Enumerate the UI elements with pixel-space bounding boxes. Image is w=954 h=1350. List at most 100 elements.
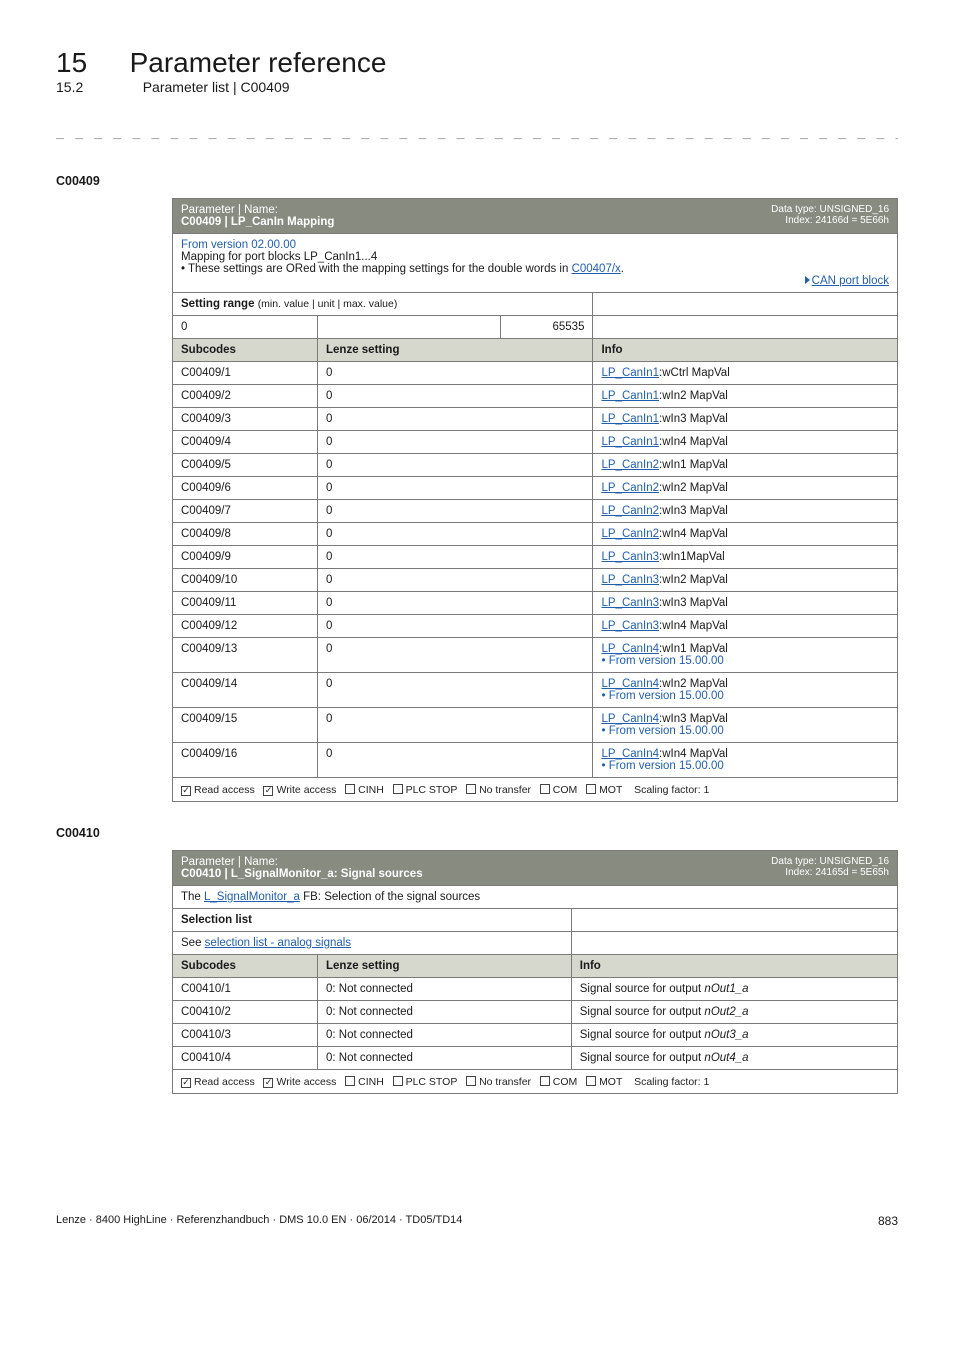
setting-range-sub: (min. value | unit | max. value): [258, 298, 398, 310]
lenze-cell: 0: [318, 591, 593, 614]
info-cell: LP_CanIn4:wIn1 MapVal • From version 15.…: [593, 637, 898, 672]
col-lenze: Lenze setting: [318, 338, 593, 361]
subcode-cell: C00409/12: [173, 614, 318, 637]
info-link[interactable]: LP_CanIn4: [601, 748, 659, 760]
info-link[interactable]: LP_CanIn4: [601, 713, 659, 725]
info-link[interactable]: LP_CanIn1: [601, 390, 659, 402]
bullet-pre: • These settings are ORed with the mappi…: [181, 263, 572, 275]
link-signalmonitor[interactable]: L_SignalMonitor_a: [204, 891, 300, 903]
subcode-cell: C00409/9: [173, 545, 318, 568]
subcode-cell: C00410/3: [173, 1023, 318, 1046]
table-row: C00409/50LP_CanIn2:wIn1 MapVal: [173, 453, 898, 476]
data-type: Data type: UNSIGNED_16: [508, 204, 889, 215]
pn-label: Parameter | Name:: [181, 204, 492, 216]
info-link[interactable]: LP_CanIn3: [601, 620, 659, 632]
info-cell: LP_CanIn3:wIn3 MapVal: [593, 591, 898, 614]
info-cell: LP_CanIn1:wCtrl MapVal: [593, 361, 898, 384]
table-row: C00409/10LP_CanIn1:wCtrl MapVal: [173, 361, 898, 384]
info-link[interactable]: LP_CanIn2: [601, 482, 659, 494]
param-heading-c00409: C00409: [56, 174, 898, 188]
lenze-cell: 0: [318, 361, 593, 384]
lenze-cell: 0: [318, 707, 593, 742]
table-c00409: Parameter | Name: C00409 | LP_CanIn Mapp…: [172, 198, 898, 802]
info-link[interactable]: LP_CanIn2: [601, 528, 659, 540]
info-link[interactable]: LP_CanIn2: [601, 459, 659, 471]
subcode-cell: C00409/1: [173, 361, 318, 384]
checkbox-checked-icon: [263, 786, 273, 796]
info-cell: Signal source for output nOut2_a: [571, 1000, 897, 1023]
page-footer: Lenze · 8400 HighLine · Referenzhandbuch…: [56, 1214, 898, 1228]
info-link[interactable]: LP_CanIn1: [601, 367, 659, 379]
from-version-note: • From version 15.00.00: [601, 760, 889, 772]
info-cell: LP_CanIn2:wIn1 MapVal: [593, 453, 898, 476]
info-cell: LP_CanIn3:wIn4 MapVal: [593, 614, 898, 637]
checkbox-empty-icon: [586, 784, 596, 794]
lenze-cell: 0: [318, 453, 593, 476]
triangle-icon: [805, 276, 810, 284]
link-can-port-block[interactable]: CAN port block: [812, 275, 889, 287]
col-subcodes: Subcodes: [173, 338, 318, 361]
link-c00407x[interactable]: C00407/x: [572, 263, 621, 275]
checkbox-empty-icon: [466, 784, 476, 794]
table-row: C00409/40LP_CanIn1:wIn4 MapVal: [173, 430, 898, 453]
bullet-post: .: [621, 263, 624, 275]
info-cell: LP_CanIn1:wIn2 MapVal: [593, 384, 898, 407]
page-number: 883: [878, 1214, 898, 1228]
subcode-cell: C00409/5: [173, 453, 318, 476]
info-link[interactable]: LP_CanIn4: [601, 643, 659, 655]
info-link[interactable]: LP_CanIn2: [601, 505, 659, 517]
lenze-cell: 0: Not connected: [318, 1000, 572, 1023]
info-cell: Signal source for output nOut4_a: [571, 1046, 897, 1069]
lenze-cell: 0: Not connected: [318, 1046, 572, 1069]
link-selection-list[interactable]: selection list - analog signals: [205, 937, 351, 949]
checkbox-empty-icon: [466, 1076, 476, 1086]
access-footer: Read access Write access CINH PLC STOP N…: [173, 1069, 898, 1093]
section-heading: 15.2 Parameter list | C00409: [56, 79, 898, 97]
from-version-note: • From version 15.00.00: [601, 725, 889, 737]
info-cell: LP_CanIn4:wIn3 MapVal • From version 15.…: [593, 707, 898, 742]
lenze-cell: 0: Not connected: [318, 977, 572, 1000]
chapter-number: 15: [56, 47, 87, 78]
footer-left: Lenze · 8400 HighLine · Referenzhandbuch…: [56, 1214, 462, 1228]
info-link[interactable]: LP_CanIn3: [601, 597, 659, 609]
table-row: C00409/150LP_CanIn4:wIn3 MapVal • From v…: [173, 707, 898, 742]
info-cell: LP_CanIn3:wIn1MapVal: [593, 545, 898, 568]
subcode-cell: C00409/16: [173, 742, 318, 777]
info-link[interactable]: LP_CanIn3: [601, 551, 659, 563]
see-pre: See: [181, 937, 205, 949]
from-version: From version 02.00.00: [181, 239, 889, 251]
lenze-cell: 0: [318, 476, 593, 499]
setting-max: 65535: [500, 315, 593, 338]
info-cell: LP_CanIn2:wIn4 MapVal: [593, 522, 898, 545]
col-info: Info: [593, 338, 898, 361]
lenze-cell: 0: [318, 672, 593, 707]
info-link[interactable]: LP_CanIn1: [601, 413, 659, 425]
checkbox-checked-icon: [181, 786, 191, 796]
info-link[interactable]: LP_CanIn4: [601, 678, 659, 690]
table-row: C00409/80LP_CanIn2:wIn4 MapVal: [173, 522, 898, 545]
subcode-cell: C00409/13: [173, 637, 318, 672]
subcode-cell: C00410/1: [173, 977, 318, 1000]
checkbox-empty-icon: [345, 784, 355, 794]
checkbox-empty-icon: [540, 784, 550, 794]
table-row: C00409/130LP_CanIn4:wIn1 MapVal • From v…: [173, 637, 898, 672]
info-link[interactable]: LP_CanIn1: [601, 436, 659, 448]
lenze-cell: 0: [318, 499, 593, 522]
table-row: C00409/160LP_CanIn4:wIn4 MapVal • From v…: [173, 742, 898, 777]
setting-min: 0: [173, 315, 318, 338]
table-row: C00410/30: Not connectedSignal source fo…: [173, 1023, 898, 1046]
info-cell: LP_CanIn4:wIn4 MapVal • From version 15.…: [593, 742, 898, 777]
lenze-cell: 0: [318, 568, 593, 591]
table-row: C00409/120LP_CanIn3:wIn4 MapVal: [173, 614, 898, 637]
table-row: C00409/30LP_CanIn1:wIn3 MapVal: [173, 407, 898, 430]
table-row: C00409/20LP_CanIn1:wIn2 MapVal: [173, 384, 898, 407]
param-title: C00409 | LP_CanIn Mapping: [181, 216, 492, 228]
lenze-cell: 0: [318, 614, 593, 637]
info-link[interactable]: LP_CanIn3: [601, 574, 659, 586]
lenze-cell: 0: [318, 637, 593, 672]
fb-pre: The: [181, 891, 204, 903]
table-row: C00409/90LP_CanIn3:wIn1MapVal: [173, 545, 898, 568]
param-title: C00410 | L_SignalMonitor_a: Signal sourc…: [181, 868, 563, 880]
setting-range-label: Setting range: [181, 298, 254, 310]
subcode-cell: C00409/8: [173, 522, 318, 545]
